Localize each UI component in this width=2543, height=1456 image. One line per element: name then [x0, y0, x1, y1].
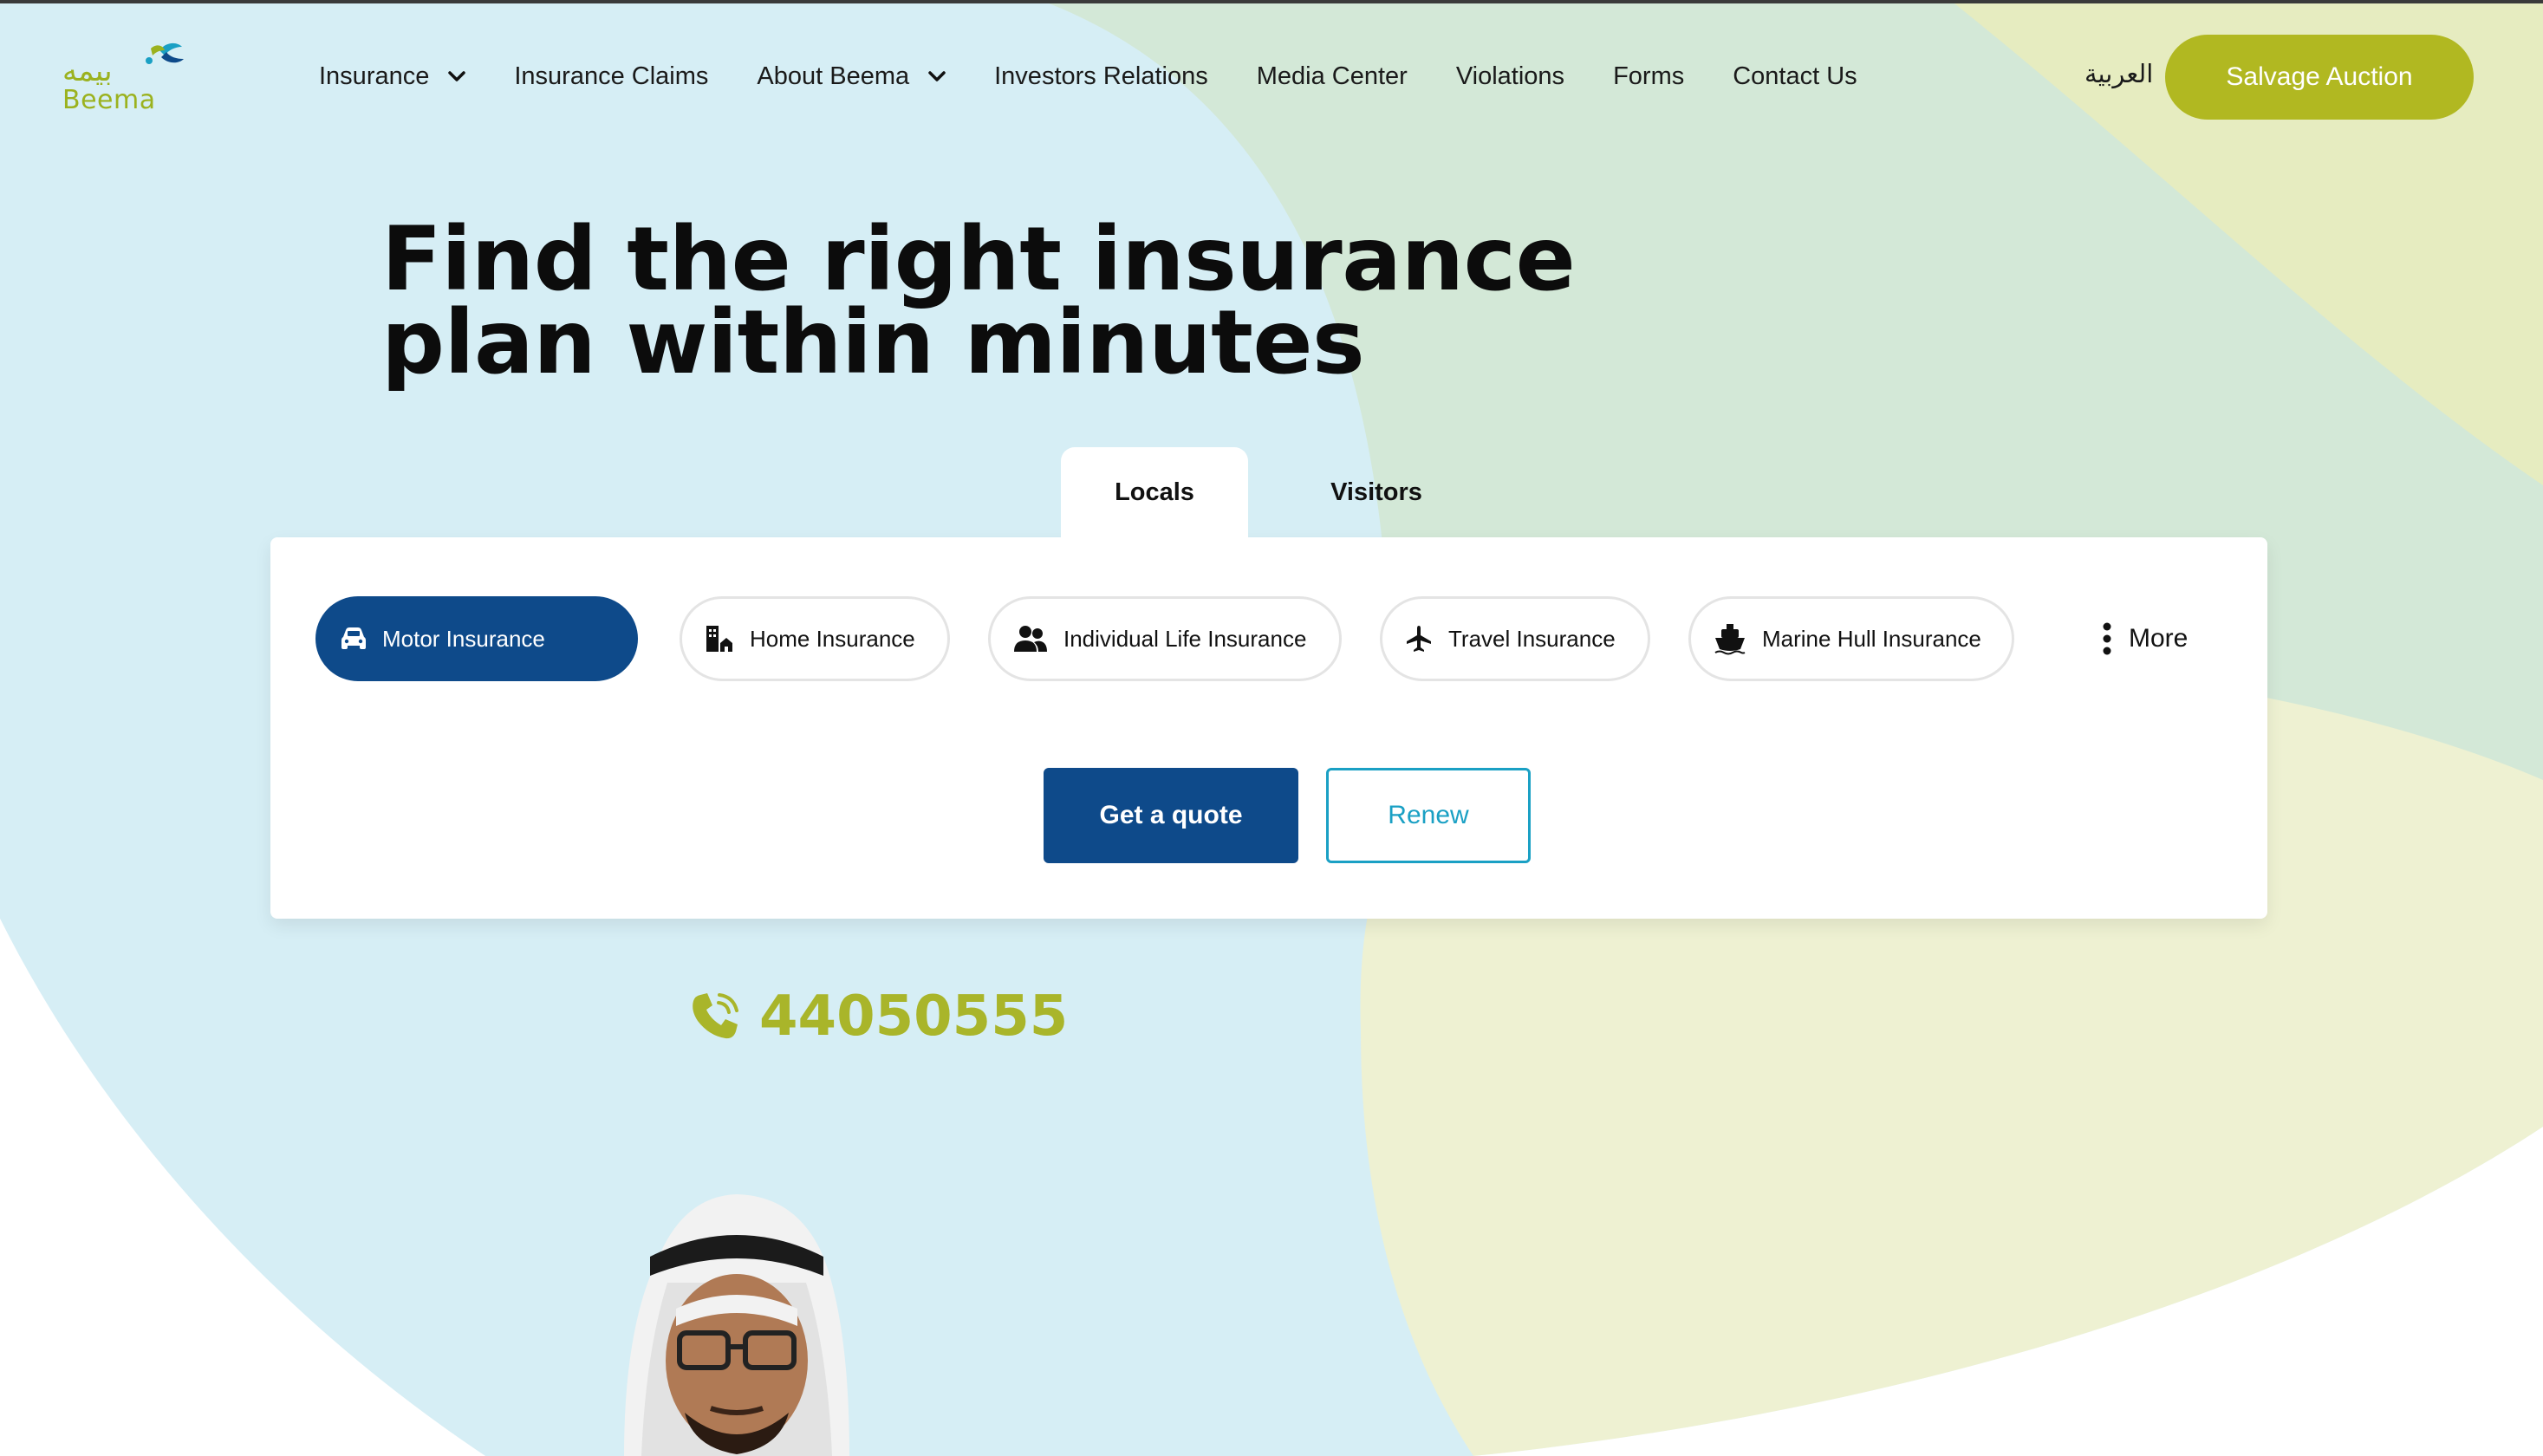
- pill-travel-insurance[interactable]: Travel Insurance: [1380, 596, 1650, 681]
- pill-label: Motor Insurance: [382, 625, 545, 652]
- pill-label: Travel Insurance: [1448, 625, 1616, 652]
- nav-item-label: Forms: [1613, 62, 1685, 90]
- nav-item-media-center[interactable]: Media Center: [1257, 62, 1408, 91]
- nav-item-label: Media Center: [1256, 62, 1408, 90]
- nav-item-label: About Beema: [757, 62, 910, 90]
- main-nav: Insurance Insurance Claims About Beema I…: [319, 55, 1906, 97]
- nav-item-investors-relations[interactable]: Investors Relations: [994, 62, 1208, 91]
- car-icon: [341, 627, 366, 649]
- more-button[interactable]: More: [2101, 596, 2188, 681]
- beema-logo[interactable]: بيمه Beema: [57, 38, 184, 116]
- pill-home-insurance[interactable]: Home Insurance: [680, 596, 950, 681]
- logo-mark-icon: [146, 42, 184, 64]
- nav-item-contact-us[interactable]: Contact Us: [1733, 62, 1857, 91]
- nav-item-label: Contact Us: [1733, 62, 1857, 90]
- nav-item-violations[interactable]: Violations: [1456, 62, 1564, 91]
- salvage-auction-button[interactable]: Salvage Auction: [2165, 35, 2474, 120]
- nav-item-about-beema[interactable]: About Beema: [757, 62, 946, 91]
- language-switch[interactable]: العربية: [2084, 59, 2153, 88]
- nav-item-insurance-claims[interactable]: Insurance Claims: [514, 62, 708, 91]
- pill-individual-life-insurance[interactable]: Individual Life Insurance: [988, 596, 1342, 681]
- chevron-down-icon: [448, 71, 466, 81]
- nav-item-label: Violations: [1455, 62, 1565, 90]
- pill-label: Marine Hull Insurance: [1762, 625, 1981, 652]
- quote-card: Motor Insurance Home Insurance Individua…: [270, 537, 2267, 919]
- phone-number: 44050555: [759, 985, 1069, 1049]
- tab-locals[interactable]: Locals: [1061, 447, 1248, 537]
- plane-icon: [1407, 626, 1431, 652]
- renew-button[interactable]: Renew: [1326, 768, 1531, 863]
- get-a-quote-button[interactable]: Get a quote: [1044, 768, 1298, 863]
- people-icon: [1014, 626, 1047, 652]
- nav-item-label: Insurance Claims: [514, 62, 709, 90]
- customer-photo: [624, 1194, 849, 1456]
- nav-item-label: Insurance: [319, 62, 430, 90]
- logo-arabic-text: بيمه: [62, 54, 113, 88]
- hero-title: Find the right insurance plan within min…: [381, 208, 1576, 394]
- chevron-down-icon: [928, 71, 946, 81]
- home-icon: [706, 626, 732, 652]
- nav-item-insurance[interactable]: Insurance: [319, 62, 466, 91]
- more-vertical-icon: [2103, 622, 2111, 655]
- hero-title-line-1: Find the right insurance: [381, 208, 1576, 311]
- pill-label: Individual Life Insurance: [1063, 625, 1307, 652]
- pill-motor-insurance[interactable]: Motor Insurance: [315, 596, 638, 681]
- hero-title-line-2: plan within minutes: [381, 291, 1365, 394]
- pill-marine-hull-insurance[interactable]: Marine Hull Insurance: [1688, 596, 2014, 681]
- logo-text: Beema: [62, 85, 156, 115]
- phone-icon: [693, 993, 738, 1039]
- more-label: More: [2129, 624, 2189, 653]
- site-header: بيمه Beema Insurance Insurance Claims Ab…: [0, 0, 2543, 156]
- nav-item-label: Investors Relations: [994, 62, 1208, 90]
- tab-visitors[interactable]: Visitors: [1283, 447, 1470, 537]
- phone-contact[interactable]: 44050555: [688, 985, 1068, 1049]
- ship-icon: [1714, 624, 1746, 655]
- pill-label: Home Insurance: [750, 625, 915, 652]
- nav-item-forms[interactable]: Forms: [1613, 62, 1684, 91]
- window-top-border: [0, 0, 2543, 3]
